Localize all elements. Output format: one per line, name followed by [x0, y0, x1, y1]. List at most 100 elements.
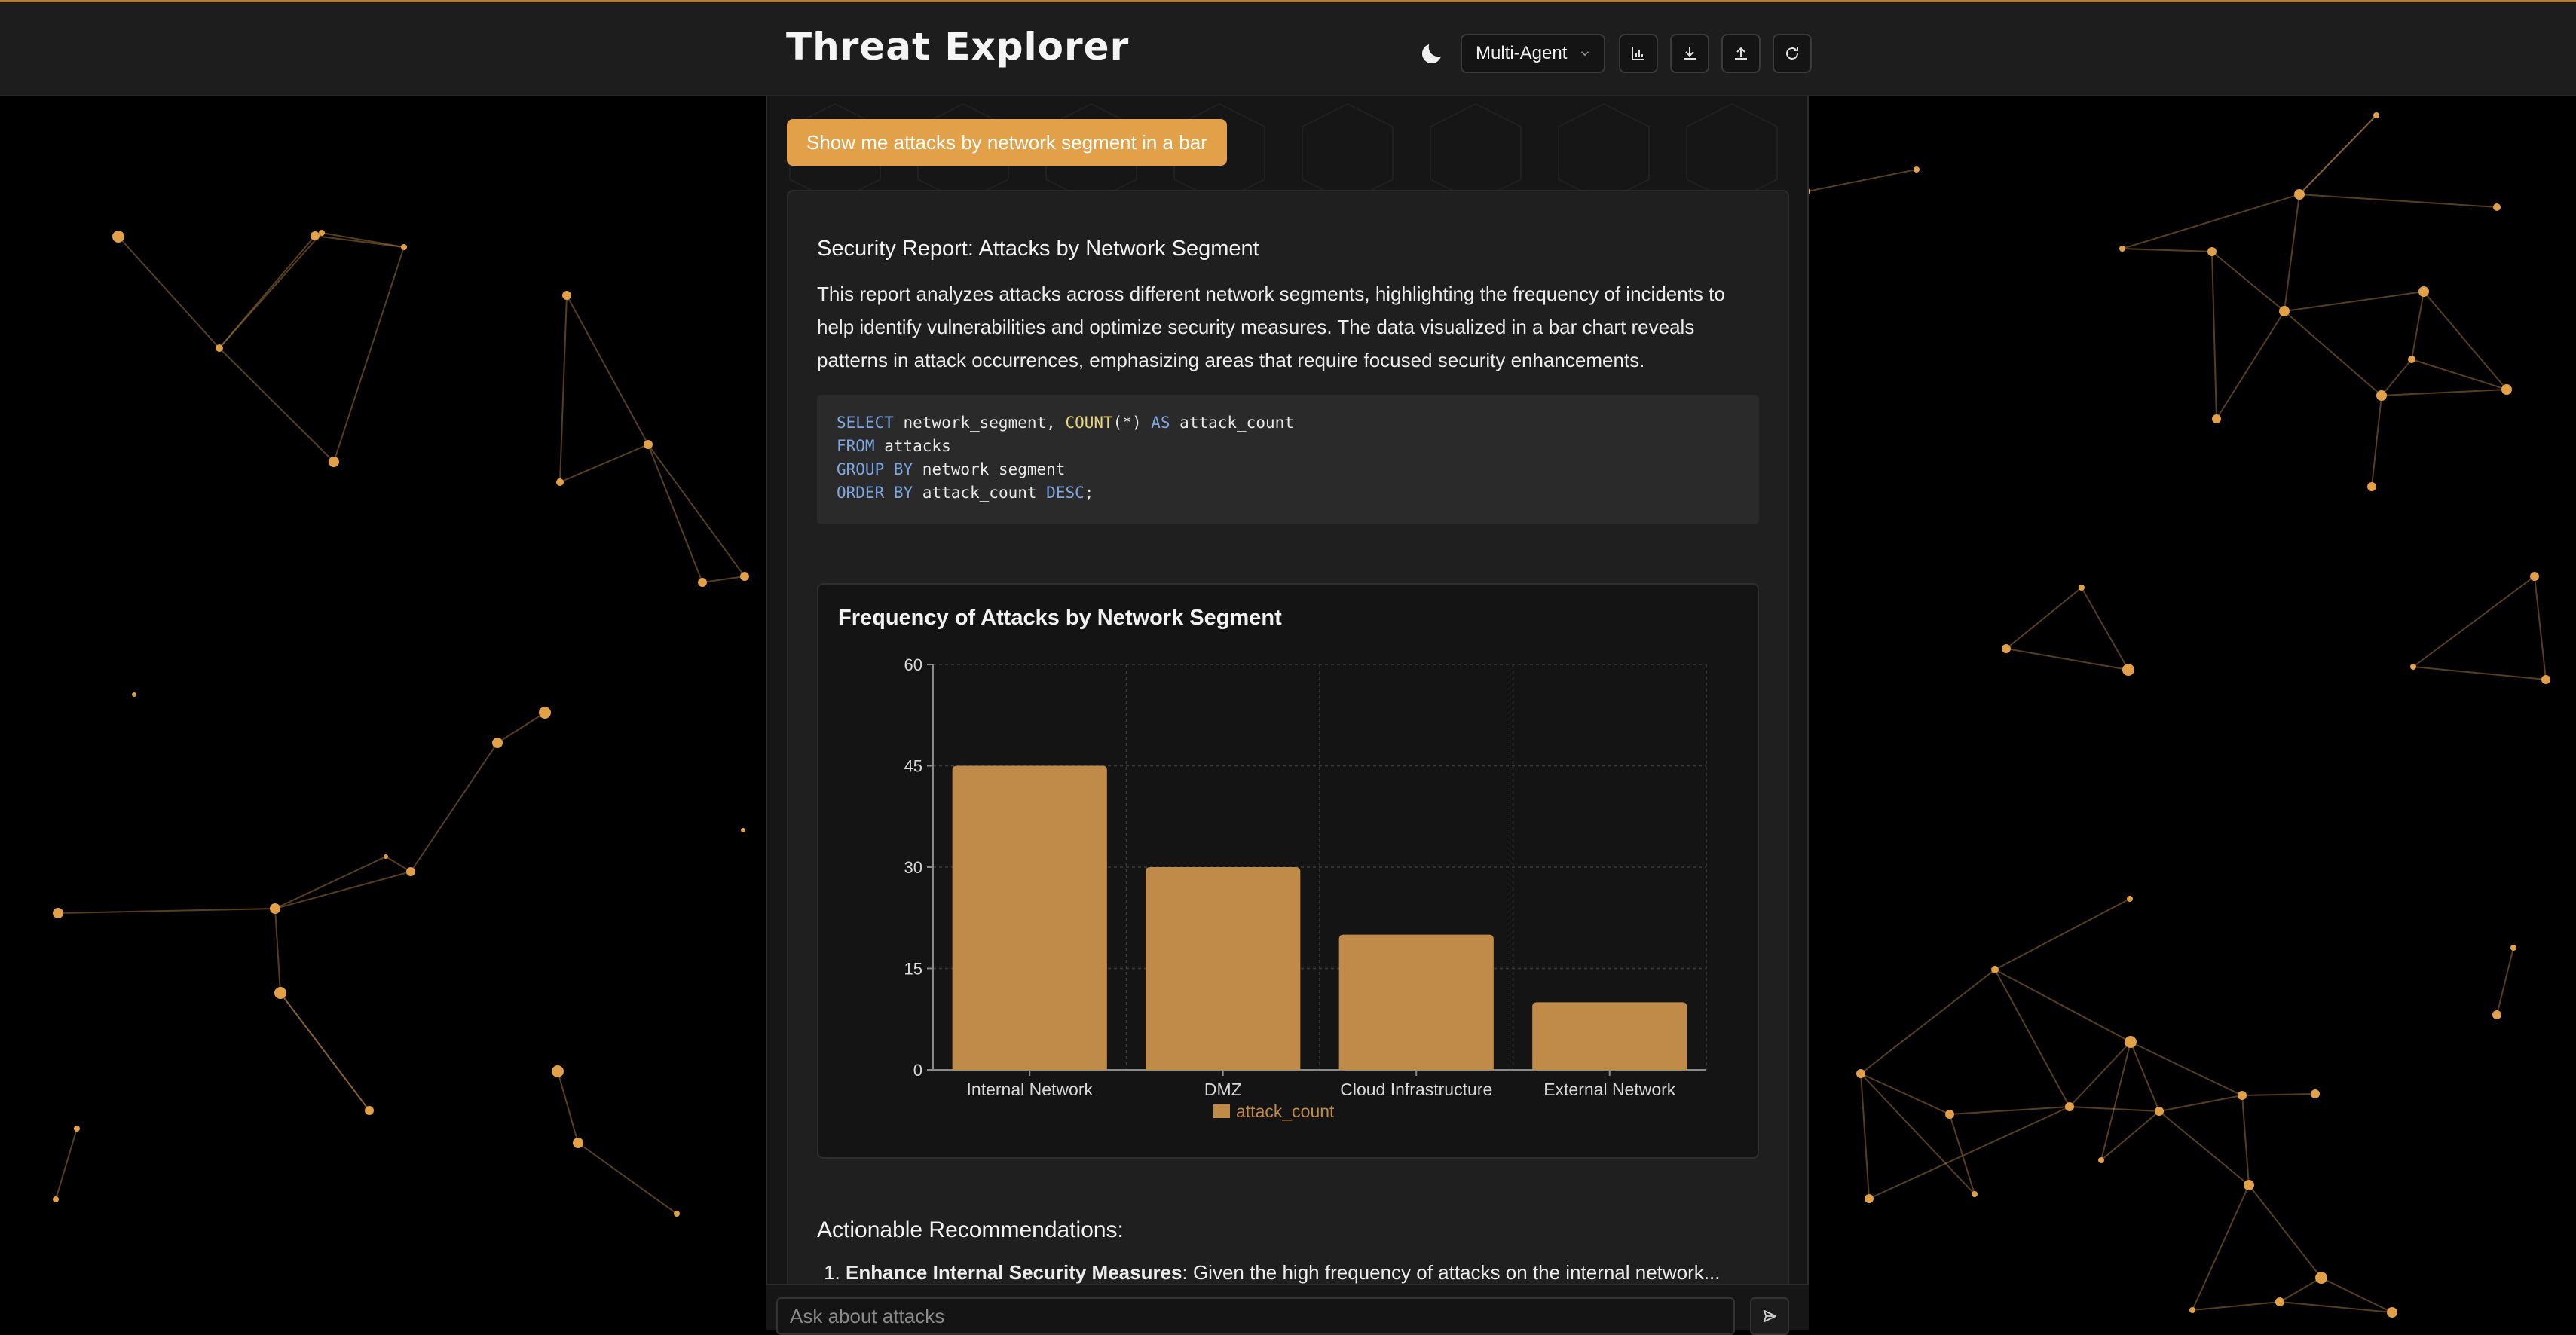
network-node	[53, 1196, 59, 1202]
mode-select-value: Multi-Agent	[1476, 43, 1568, 63]
network-edge	[2211, 251, 2285, 312]
legend-label: attack_count	[1236, 1101, 1335, 1121]
network-node	[274, 987, 286, 999]
network-node	[2510, 945, 2516, 951]
send-button[interactable]	[1750, 1297, 1789, 1335]
network-node	[329, 457, 339, 467]
top-bar: Threat Explorer Multi-Agent	[0, 0, 2576, 96]
network-edge	[219, 347, 335, 463]
bar-external-network	[1532, 1002, 1687, 1070]
download-button[interactable]	[1670, 34, 1709, 73]
network-node	[644, 440, 653, 449]
network-edge	[2412, 666, 2547, 680]
bar-chart-icon	[1632, 47, 1644, 60]
chart-title: Frequency of Attacks by Network Segment	[838, 606, 1282, 630]
network-node	[556, 478, 564, 486]
network-edge	[2496, 947, 2514, 1016]
network-edge	[2130, 1041, 2160, 1112]
bar-dmz	[1146, 867, 1301, 1070]
network-node	[2493, 203, 2501, 211]
moon-icon	[1421, 44, 1441, 64]
network-node	[2492, 1010, 2501, 1019]
network-edge	[2248, 1184, 2322, 1278]
network-node	[2155, 1107, 2164, 1116]
network-edge	[2241, 1093, 2316, 1096]
network-edge	[2069, 1041, 2131, 1107]
report-card: Security Report: Attacks by Network Segm…	[787, 190, 1789, 1330]
chat-panel: Show me attacks by network segment in a …	[766, 96, 1809, 1330]
sql-line: FROM attacks	[837, 437, 951, 455]
network-edge	[2192, 1184, 2250, 1311]
network-node	[2002, 644, 2011, 653]
network-node	[2530, 572, 2539, 581]
sql-code-block: SELECT network_segment, COUNT(*) AS atta…	[817, 395, 1759, 524]
network-edge	[497, 712, 546, 744]
network-edge	[1860, 969, 1996, 1074]
network-edge	[2192, 1301, 2281, 1311]
chart-button[interactable]	[1619, 34, 1658, 73]
theme-toggle[interactable]	[1414, 35, 1450, 72]
network-node	[2098, 1157, 2104, 1163]
sql-line: SELECT network_segment, COUNT(*) AS atta…	[837, 414, 1294, 432]
x-tick-label: Cloud Infrastructure	[1340, 1080, 1492, 1099]
app-title: Threat Explorer	[786, 25, 1130, 69]
network-node	[573, 1138, 583, 1148]
network-node	[2408, 356, 2415, 363]
network-edge	[280, 992, 370, 1111]
network-edge	[2081, 587, 2129, 671]
network-node	[2376, 390, 2387, 401]
network-node	[2119, 246, 2125, 252]
network-node	[1991, 966, 1999, 973]
network-node	[2125, 1036, 2137, 1048]
network-edge	[1860, 1073, 1870, 1199]
network-edge	[2130, 1041, 2243, 1096]
network-edge	[2371, 395, 2382, 487]
y-tick-label: 45	[904, 757, 922, 776]
network-edge	[2411, 291, 2425, 360]
y-tick-label: 30	[904, 858, 922, 877]
network-node	[270, 903, 280, 914]
report-description: This report analyzes attacks across diff…	[817, 283, 1725, 371]
y-tick-label: 60	[904, 655, 922, 674]
network-edge	[1860, 1073, 1950, 1115]
toolbar: Multi-Agent	[1414, 34, 1824, 73]
network-edge	[1994, 898, 2131, 970]
network-edge	[2411, 359, 2507, 390]
network-node	[2065, 1102, 2074, 1111]
network-edge	[410, 742, 498, 872]
network-edge	[219, 232, 323, 349]
network-node	[132, 692, 136, 697]
network-edge	[566, 295, 649, 445]
network-edge	[2381, 359, 2412, 396]
network-node	[1856, 1069, 1865, 1078]
upload-button[interactable]	[1721, 34, 1761, 73]
network-node	[1945, 1110, 1954, 1119]
network-edge	[2279, 1277, 2322, 1303]
x-tick-label: External Network	[1543, 1080, 1676, 1099]
network-edge	[2284, 291, 2425, 312]
mode-select[interactable]: Multi-Agent	[1461, 34, 1605, 73]
network-edge	[2005, 587, 2082, 649]
network-edge	[2284, 310, 2382, 396]
network-node	[2207, 247, 2217, 256]
sql-line: ORDER BY attack_count DESC;	[837, 484, 1094, 502]
refresh-button[interactable]	[1773, 34, 1812, 73]
recommendations-title: Actionable Recommendations:	[817, 1217, 1124, 1242]
x-tick-label: Internal Network	[967, 1080, 1094, 1099]
network-node	[2373, 112, 2379, 118]
network-edge	[2412, 576, 2535, 668]
ask-input[interactable]	[776, 1297, 1735, 1335]
network-edge	[2216, 310, 2285, 420]
bar-cloud-infrastructure	[1338, 934, 1494, 1070]
network-node	[492, 738, 503, 748]
network-edge	[118, 236, 220, 349]
network-edge	[559, 444, 649, 483]
network-node	[552, 1065, 564, 1077]
network-node	[2212, 414, 2221, 423]
network-node	[2127, 896, 2133, 902]
network-edge	[647, 444, 745, 577]
network-node	[406, 867, 415, 876]
chevron-down-icon	[1580, 51, 1589, 57]
network-node	[2294, 189, 2305, 200]
network-edge	[2100, 1041, 2131, 1161]
